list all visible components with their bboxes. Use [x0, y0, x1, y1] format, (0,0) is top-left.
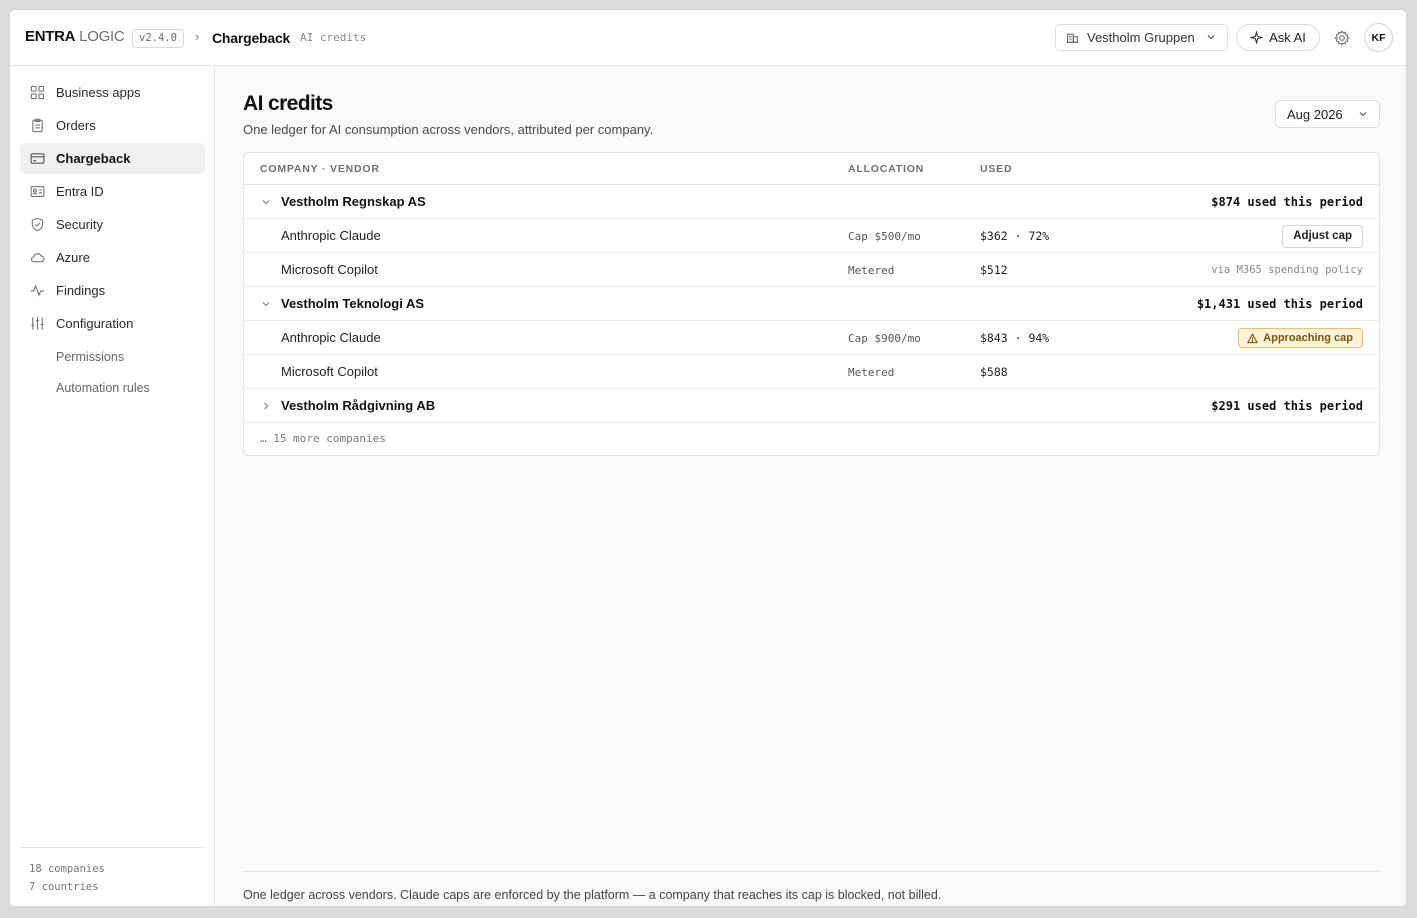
company-row[interactable]: Vestholm Rådgivning AB $291 used this pe…	[244, 389, 1379, 423]
vendor-note: via M365 spending policy	[1211, 264, 1363, 276]
sidebar-item-label: Business apps	[56, 85, 141, 100]
chevron-down-icon	[1207, 35, 1215, 40]
sidebar-item-label: Findings	[56, 283, 106, 298]
sidebar-item-label: Security	[56, 217, 103, 232]
vendor-allocation: Metered	[848, 366, 895, 379]
sidebar-item-security[interactable]: Security	[20, 209, 205, 240]
company-total: $291 used this period	[1211, 399, 1363, 413]
sparkle-icon	[1250, 31, 1264, 44]
period-selector[interactable]: Aug 2026	[1275, 100, 1380, 128]
vendor-used: $588	[980, 365, 1008, 379]
sidebar-item-configuration[interactable]: Configuration	[20, 308, 205, 339]
column-header-allocation: ALLOCATION	[848, 163, 925, 175]
approaching-cap-badge: Approaching cap	[1238, 328, 1363, 348]
vendor-allocation: Cap $900/mo	[848, 332, 921, 345]
brand-secondary: LOGIC	[79, 28, 125, 45]
tenant-selector[interactable]: Vestholm Gruppen	[1055, 24, 1228, 51]
page-subtitle: One ledger for AI consumption across ven…	[243, 122, 654, 137]
sidebar-item-entra-id[interactable]: Entra ID	[20, 176, 205, 207]
chevron-down-icon	[1359, 112, 1367, 117]
building-icon	[1066, 33, 1079, 43]
column-header-used: USED	[980, 163, 1013, 175]
company-name: Vestholm Regnskap AS	[281, 194, 426, 209]
company-total: $1,431 used this period	[1196, 297, 1363, 311]
sidebar-item-findings[interactable]: Findings	[20, 275, 205, 306]
vendor-used: $512	[980, 263, 1008, 277]
sidebar-item-label: Chargeback	[56, 151, 131, 166]
version-badge: v2.4.0	[132, 29, 184, 48]
gear-icon[interactable]	[1333, 29, 1351, 47]
sidebar-nav: Business apps Orders Chargeback Entra ID…	[20, 77, 205, 403]
user-avatar[interactable]: KF	[1364, 23, 1393, 52]
clipboard-icon	[32, 118, 43, 133]
period-value: Aug 2026	[1287, 106, 1343, 122]
breadcrumb-page[interactable]: Chargeback	[212, 30, 290, 46]
chevron-down-icon[interactable]	[260, 196, 272, 208]
table-header: COMPANY · VENDOR ALLOCATION USED	[244, 153, 1379, 185]
vendor-used: $362 · 72%	[980, 229, 1050, 243]
page-title: AI credits	[243, 92, 333, 115]
companies-count: 18 companies	[29, 863, 105, 875]
breadcrumb-separator: ›	[195, 29, 200, 44]
activity-icon	[30, 284, 45, 297]
vendor-name: Microsoft Copilot	[281, 262, 378, 277]
sidebar-item-label: Azure	[56, 250, 90, 265]
top-bar: ENTRA LOGIC v2.4.0 › Chargeback AI credi…	[10, 10, 1406, 66]
brand-primary: ENTRA	[25, 28, 76, 45]
vendor-row: Anthropic Claude Cap $900/mo $843 · 94% …	[244, 321, 1379, 355]
breadcrumb-subpage: AI credits	[300, 31, 367, 44]
sidebar-item-chargeback[interactable]: Chargeback	[20, 143, 205, 174]
ledger-table: COMPANY · VENDOR ALLOCATION USED Vesthol…	[243, 152, 1380, 456]
vendor-row: Microsoft Copilot Metered $512 via M365 …	[244, 253, 1379, 287]
vendor-name: Microsoft Copilot	[281, 364, 378, 379]
sidebar-subitem-automation-rules[interactable]: Automation rules	[20, 372, 205, 403]
brand-logo[interactable]: ENTRA LOGIC	[25, 28, 125, 45]
company-total: $874 used this period	[1211, 195, 1363, 209]
sidebar-item-business-apps[interactable]: Business apps	[20, 77, 205, 108]
vendor-name: Anthropic Claude	[281, 330, 381, 345]
footer-note: One ledger across vendors. Claude caps a…	[243, 871, 1380, 902]
sidebar: Business apps Orders Chargeback Entra ID…	[10, 66, 215, 906]
chevron-down-icon[interactable]	[260, 298, 272, 310]
vendor-used: $843 · 94%	[980, 331, 1050, 345]
countries-count: 7 countries	[29, 881, 99, 893]
vendor-row: Anthropic Claude Cap $500/mo $362 · 72% …	[244, 219, 1379, 253]
adjust-cap-button[interactable]: Adjust cap	[1282, 225, 1363, 248]
sidebar-item-orders[interactable]: Orders	[20, 110, 205, 141]
more-companies-link[interactable]: … 15 more companies	[244, 423, 1379, 455]
sidebar-item-label: Configuration	[56, 316, 134, 331]
main-content: AI credits One ledger for AI consumption…	[216, 66, 1406, 906]
sliders-icon	[31, 317, 44, 330]
warning-icon	[1247, 332, 1259, 343]
id-card-icon	[30, 186, 45, 197]
company-name: Vestholm Rådgivning AB	[281, 398, 436, 413]
vendor-name: Anthropic Claude	[281, 228, 381, 243]
vendor-allocation: Metered	[848, 264, 895, 277]
credit-card-icon	[30, 153, 45, 164]
grid-icon	[30, 85, 45, 100]
tenant-name: Vestholm Gruppen	[1087, 30, 1195, 45]
ask-ai-label: Ask AI	[1269, 30, 1306, 45]
cloud-icon	[30, 253, 45, 263]
chevron-right-icon[interactable]	[260, 400, 272, 412]
company-row[interactable]: Vestholm Teknologi AS $1,431 used this p…	[244, 287, 1379, 321]
company-name: Vestholm Teknologi AS	[281, 296, 425, 311]
shield-icon	[31, 217, 44, 232]
sidebar-item-label: Orders	[56, 118, 96, 133]
sidebar-subitem-permissions[interactable]: Permissions	[20, 341, 205, 372]
app-window: ENTRA LOGIC v2.4.0 › Chargeback AI credi…	[9, 9, 1407, 907]
badge-label: Approaching cap	[1263, 332, 1353, 344]
vendor-row: Microsoft Copilot Metered $588	[244, 355, 1379, 389]
company-row[interactable]: Vestholm Regnskap AS $874 used this peri…	[244, 185, 1379, 219]
vendor-allocation: Cap $500/mo	[848, 230, 921, 243]
column-header-company-vendor: COMPANY · VENDOR	[260, 163, 380, 175]
sidebar-item-azure[interactable]: Azure	[20, 242, 205, 273]
sidebar-footer: 18 companies 7 countries	[20, 847, 205, 896]
ask-ai-button[interactable]: Ask AI	[1236, 24, 1320, 51]
sidebar-item-label: Entra ID	[56, 184, 104, 199]
